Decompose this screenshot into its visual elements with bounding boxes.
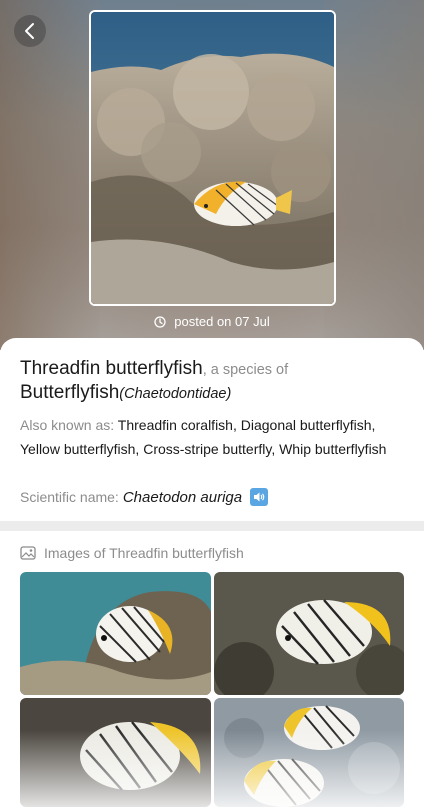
- images-section-title: Images of Threadfin butterflyfish: [44, 545, 244, 561]
- species-of-text: , a species of: [202, 362, 289, 378]
- main-fish-photo[interactable]: [89, 10, 336, 306]
- clock-icon: [154, 315, 166, 328]
- back-button[interactable]: [14, 15, 46, 47]
- speaker-icon: [254, 492, 265, 502]
- common-name: Threadfin butterflyfish: [20, 358, 203, 379]
- family-scientific-name: (Chaetodontidae): [119, 386, 232, 402]
- family-name[interactable]: Butterflyfish: [20, 382, 119, 403]
- gallery-image-2[interactable]: [214, 572, 404, 695]
- also-known-as: Also known as: Threadfin coralfish, Diag…: [20, 414, 410, 461]
- species-title: Threadfin butterflyfish, a species of: [20, 357, 410, 382]
- chevron-left-icon: [25, 23, 34, 39]
- gallery-image-4[interactable]: [214, 698, 404, 807]
- image-gallery-icon: [20, 546, 36, 560]
- scientific-name-label: Scientific name:: [20, 489, 119, 505]
- backdrop-blur-left: [0, 0, 100, 350]
- backdrop-blur-right: [324, 0, 424, 350]
- gallery-image-1[interactable]: [20, 572, 211, 695]
- scientific-name-row: Scientific name: Chaetodon auriga: [20, 488, 269, 506]
- fish-thumbnail-3: [20, 698, 211, 807]
- fish-thumbnail-4: [214, 698, 404, 807]
- species-info-card: Threadfin butterflyfish, a species of Bu…: [0, 338, 424, 528]
- scientific-name-value: Chaetodon auriga: [122, 488, 243, 506]
- fish-thumbnail-2: [214, 572, 404, 695]
- gallery-image-3[interactable]: [20, 698, 211, 807]
- images-section-header: Images of Threadfin butterflyfish: [20, 545, 244, 561]
- family-line[interactable]: Butterflyfish(Chaetodontidae): [20, 381, 231, 406]
- fish-thumbnail-1: [20, 572, 211, 695]
- posted-date: posted on 07 Jul: [0, 314, 424, 329]
- reef-photo-illustration: [91, 12, 334, 304]
- aka-label: Also known as:: [20, 417, 118, 433]
- section-divider: [0, 521, 424, 531]
- posted-date-text: posted on 07 Jul: [174, 314, 270, 329]
- pronounce-button[interactable]: [250, 488, 269, 506]
